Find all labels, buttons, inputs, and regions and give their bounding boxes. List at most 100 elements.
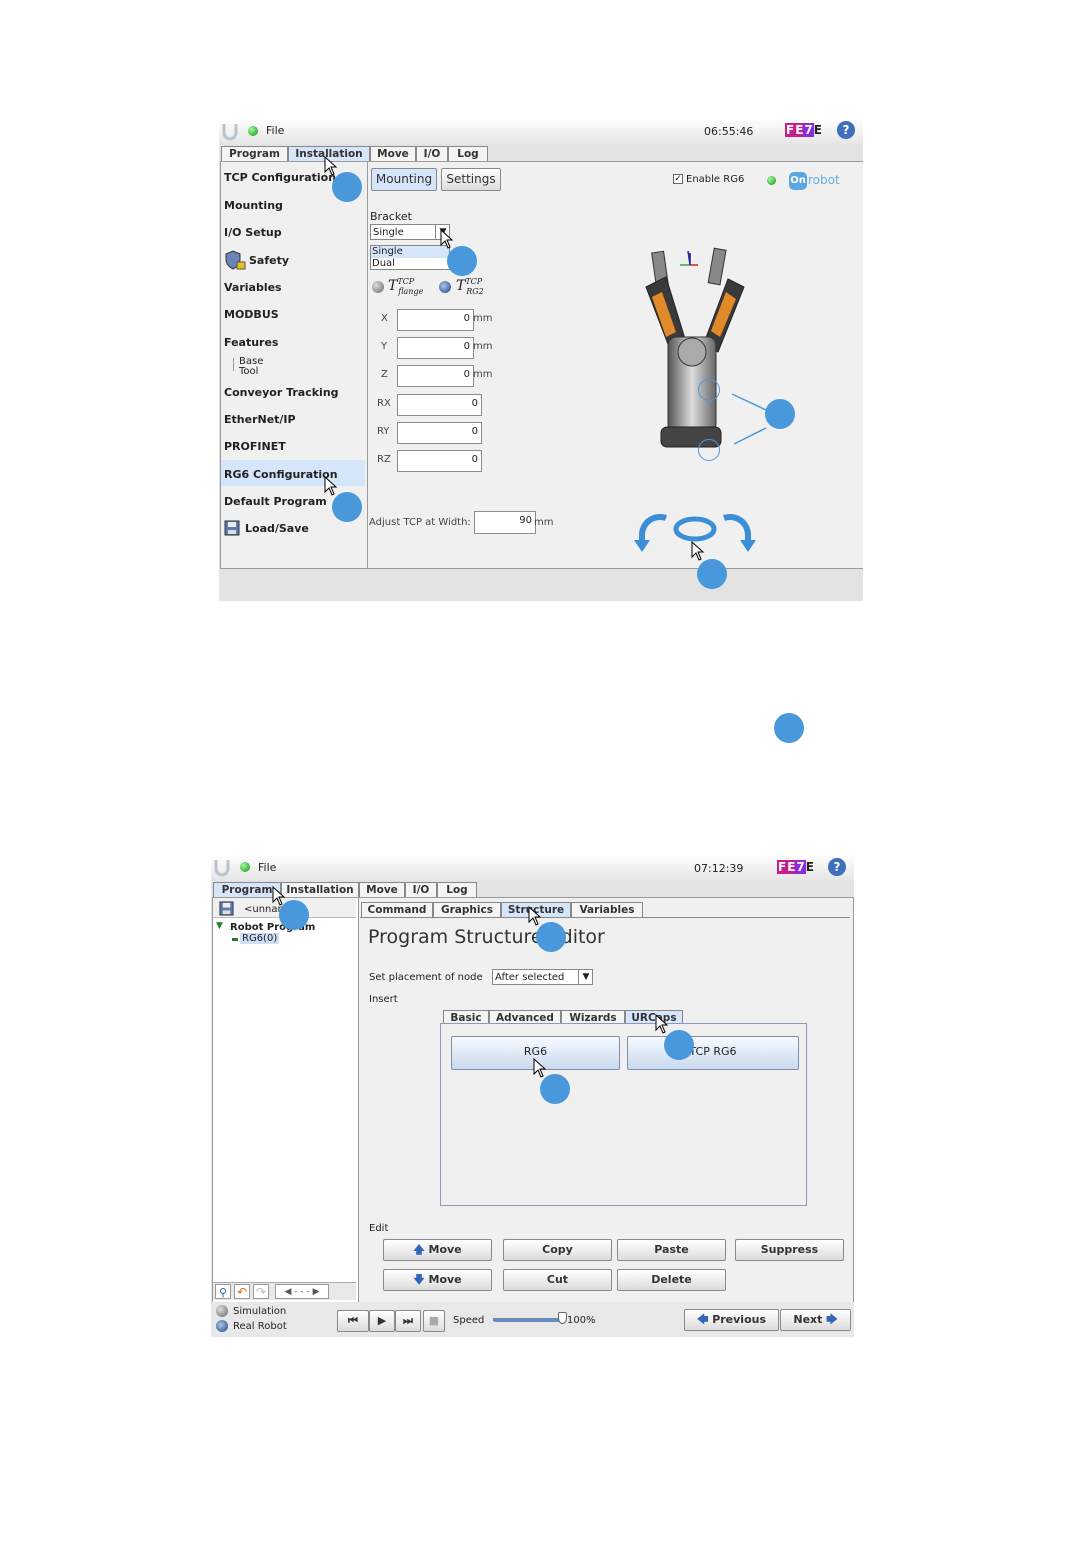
search-icon[interactable]: ⚲	[215, 1284, 231, 1299]
rewind-button[interactable]: ⏮	[337, 1310, 369, 1332]
tab-log[interactable]: Log	[437, 882, 477, 897]
move-up-button[interactable]: 🡅 Move	[383, 1239, 492, 1261]
nav-load-save[interactable]: Load/Save	[245, 522, 309, 535]
real-robot-radio[interactable]	[216, 1320, 228, 1332]
field-x-input[interactable]: 0	[397, 309, 474, 331]
tcp-rg-t: T	[456, 278, 466, 294]
subtab-graphics[interactable]: Graphics	[433, 902, 501, 917]
clock: 07:12:39	[694, 862, 744, 875]
nav-mounting[interactable]: Mounting	[224, 199, 283, 212]
previous-button[interactable]: 🡄 Previous	[684, 1309, 779, 1331]
tab-program[interactable]: Program	[213, 882, 281, 897]
cut-button[interactable]: Cut	[503, 1269, 612, 1291]
move-down-button[interactable]: 🡇 Move	[383, 1269, 492, 1291]
rotate-left-icon[interactable]	[632, 512, 672, 554]
field-rz-input[interactable]: 0	[397, 450, 482, 472]
tcp-rg-label: TTCPRG2	[456, 277, 500, 296]
bracket-option-single[interactable]: Single	[371, 246, 449, 258]
previous-label: Previous	[712, 1313, 767, 1326]
floppy-disk-icon	[224, 520, 240, 536]
tab-program[interactable]: Program	[221, 146, 288, 161]
field-ry-input[interactable]: 0	[397, 422, 482, 444]
mouse-cursor-icon	[533, 1058, 547, 1078]
enable-checkbox[interactable]: ✓	[673, 174, 683, 184]
tcp-rg-sup: TCP	[465, 277, 483, 286]
rotate-right-icon[interactable]	[718, 512, 758, 554]
field-z-input[interactable]: 0	[397, 365, 474, 387]
nav-feature-tool[interactable]: Tool	[239, 366, 258, 377]
delete-button[interactable]: Delete	[617, 1269, 726, 1291]
copy-button[interactable]: Copy	[503, 1239, 612, 1261]
nav-ethernet-ip[interactable]: EtherNet/IP	[224, 413, 296, 426]
help-icon[interactable]: ?	[828, 858, 846, 876]
nav-modbus[interactable]: MODBUS	[224, 308, 279, 321]
tab-move[interactable]: Move	[359, 882, 405, 897]
nav-variables[interactable]: Variables	[224, 281, 282, 294]
tab-io[interactable]: I/O	[405, 882, 437, 897]
adjust-tcp-input[interactable]: 90	[474, 511, 536, 534]
subtab-mounting[interactable]: Mounting	[371, 168, 437, 191]
tree-scroll-arrows[interactable]: ◀ - - - ▶	[275, 1284, 329, 1299]
stop-button[interactable]: ■	[423, 1310, 445, 1332]
file-menu[interactable]: File	[266, 124, 284, 137]
subtab-command[interactable]: Command	[361, 902, 433, 917]
nav-io-setup[interactable]: I/O Setup	[224, 226, 282, 239]
field-rx-input[interactable]: 0	[397, 394, 482, 416]
simulation-label: Simulation	[233, 1306, 287, 1317]
tree-line	[233, 358, 234, 371]
tcp-rg-sub: RG2	[466, 287, 484, 296]
tree-node-rg6[interactable]: RG6(0)	[240, 933, 280, 944]
rotate-spin-icon[interactable]	[672, 514, 718, 544]
top-bar: File 07:12:39 FE7E ?	[211, 856, 854, 880]
nav-features[interactable]: Features	[224, 336, 278, 349]
bracket-select-value: Single	[373, 227, 404, 238]
step-button[interactable]: ⏭	[395, 1310, 421, 1332]
tcp-flange-radio[interactable]	[372, 281, 384, 293]
speed-slider-knob[interactable]	[558, 1312, 567, 1324]
tcp-rg-radio[interactable]	[439, 281, 451, 293]
field-y-input[interactable]: 0	[397, 337, 474, 359]
tree-expand-icon[interactable]: ▼	[216, 921, 223, 931]
nav-tcp-configuration[interactable]: TCP Configuration	[224, 171, 336, 184]
adjust-tcp-unit: mm	[534, 517, 554, 528]
floppy-disk-icon[interactable]	[219, 901, 234, 916]
chevron-down-icon: ▼	[578, 970, 593, 984]
insert-tabs: Basic Advanced Wizards URCaps	[443, 1010, 743, 1025]
tab-installation[interactable]: Installation	[281, 882, 359, 897]
placement-select[interactable]: After selected ▼	[492, 969, 593, 985]
status-led-icon	[240, 862, 250, 872]
subtab-variables[interactable]: Variables	[571, 902, 643, 917]
undo-icon[interactable]: ↶	[234, 1284, 250, 1299]
mouse-cursor-icon	[655, 1014, 669, 1034]
file-menu[interactable]: File	[258, 861, 276, 874]
field-y-unit: mm	[473, 341, 493, 352]
callout-marker-7	[279, 900, 309, 930]
nav-profinet[interactable]: PROFINET	[224, 440, 286, 453]
tab-io[interactable]: I/O	[416, 146, 448, 161]
bracket-option-dual[interactable]: Dual	[372, 258, 395, 269]
next-button[interactable]: Next 🡆	[780, 1309, 851, 1331]
subtab-settings[interactable]: Settings	[441, 168, 501, 191]
simulation-radio[interactable]	[216, 1305, 228, 1317]
nav-default-program[interactable]: Default Program	[224, 495, 327, 508]
suppress-button[interactable]: Suppress	[735, 1239, 844, 1261]
nav-conveyor-tracking[interactable]: Conveyor Tracking	[224, 386, 339, 399]
tree-node-icon	[232, 938, 238, 941]
speed-slider-track[interactable]	[493, 1318, 564, 1322]
top-bar: File 06:55:46 FE7E ?	[219, 120, 863, 144]
fe-logo: FE7E	[785, 123, 822, 137]
bottom-bar: Simulation Real Robot ⏮ ▶ ⏭ ■ Speed 100%…	[211, 1302, 854, 1337]
tcp-rg6-button[interactable]: TCP RG6	[627, 1036, 799, 1070]
tab-move[interactable]: Move	[370, 146, 416, 161]
next-label: Next	[793, 1313, 823, 1326]
redo-icon[interactable]: ↷	[253, 1284, 269, 1299]
nav-safety[interactable]: Safety	[249, 254, 289, 267]
help-icon[interactable]: ?	[837, 121, 855, 139]
tab-log[interactable]: Log	[448, 146, 488, 161]
bracket-select[interactable]: Single ▼	[370, 224, 450, 240]
play-button[interactable]: ▶	[369, 1310, 395, 1332]
nav-rg6-configuration[interactable]: RG6 Configuration	[224, 468, 338, 481]
move-down-label: Move	[428, 1273, 462, 1286]
paste-button[interactable]: Paste	[617, 1239, 726, 1261]
screenshot-program-structure: File 07:12:39 FE7E ? Program Installatio…	[211, 856, 854, 1337]
